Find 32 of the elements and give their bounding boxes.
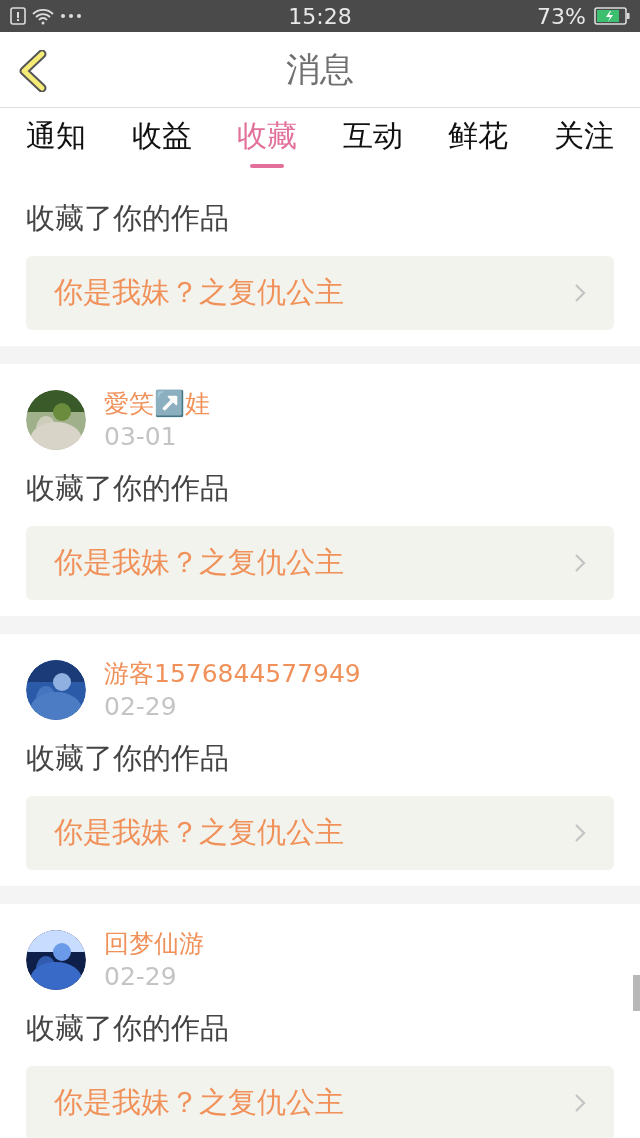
message-date: 02-29: [104, 691, 178, 723]
message-date: 03-01: [104, 421, 178, 453]
scrollbar: [633, 975, 640, 1011]
page-title: 消息: [286, 48, 354, 91]
work-link-card[interactable]: 你是我妹？之复仇公主: [26, 796, 614, 870]
battery-charging-icon: [594, 7, 630, 25]
battery-percentage: 73%: [537, 2, 586, 31]
wifi-icon: [32, 7, 54, 25]
clock: 15:28: [287, 2, 353, 31]
tab[interactable]: 收益: [131, 116, 192, 168]
user-name[interactable]: 回梦仙游: [104, 927, 204, 960]
work-link-card[interactable]: 你是我妹？之复仇公主: [26, 526, 614, 600]
chevron-right-icon: [574, 553, 586, 573]
message-text: 收藏了你的作品: [26, 200, 230, 237]
chevron-right-icon: [574, 823, 586, 843]
chevron-right-icon: [574, 283, 586, 303]
user-name[interactable]: 愛笑↗娃: [104, 387, 210, 420]
tab[interactable]: 收藏: [237, 116, 298, 168]
more-icon: [60, 13, 82, 19]
work-link-card[interactable]: 你是我妹？之复仇公主: [26, 1066, 614, 1138]
message-text: 收藏了你的作品: [26, 470, 230, 507]
work-link-card[interactable]: 你是我妹？之复仇公主: [26, 256, 614, 330]
tab[interactable]: 鲜花: [448, 116, 509, 168]
tab[interactable]: 关注: [553, 116, 614, 168]
message-text: 收藏了你的作品: [26, 1010, 230, 1047]
message-text: 收藏了你的作品: [26, 740, 230, 777]
user-name[interactable]: 游客1576844577949: [104, 657, 361, 690]
tab[interactable]: 通知: [26, 116, 86, 168]
message-date: 02-29: [104, 961, 178, 993]
tab[interactable]: 互动: [342, 116, 403, 168]
chevron-right-icon: [574, 1093, 586, 1113]
back-icon: [18, 50, 48, 92]
